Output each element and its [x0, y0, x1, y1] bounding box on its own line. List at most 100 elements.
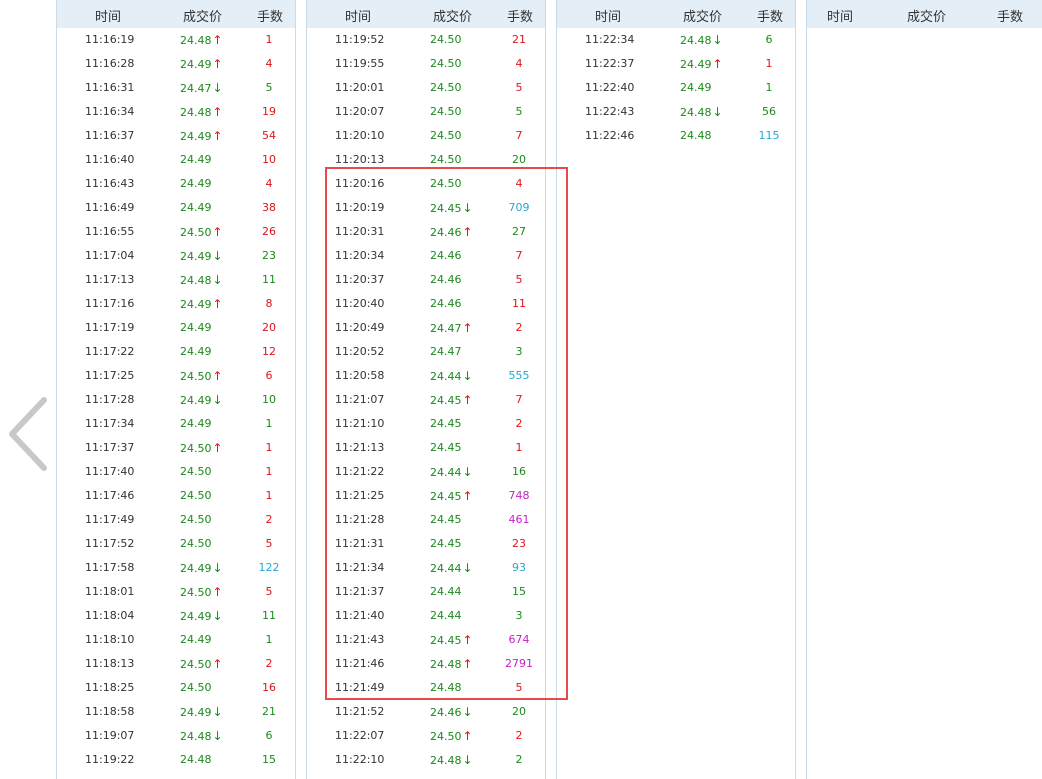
trade-row: 11:17:40 24.50 1	[57, 460, 295, 484]
trade-time: 11:22:07	[335, 729, 385, 742]
arrow-down-icon: ↓	[462, 705, 473, 719]
arrow-up-icon: ↑	[462, 225, 473, 239]
trade-volume: 5	[265, 585, 273, 598]
trade-price: 24.50	[180, 370, 212, 383]
trade-volume: 1	[265, 33, 273, 46]
trade-price-cell: 24.50↑	[180, 369, 223, 383]
trade-price-cell: 24.48↓	[180, 729, 223, 743]
trade-price: 24.50	[180, 658, 212, 671]
trade-row: 11:16:31 24.47↓ 5	[57, 76, 295, 100]
trade-price-cell: 24.50	[430, 81, 462, 94]
trade-volume: 748	[508, 489, 530, 502]
trade-price-cell: 24.46	[430, 297, 462, 310]
trade-price-cell: 24.49↑	[180, 129, 223, 143]
trade-volume: 3	[515, 609, 523, 622]
trade-price-cell: 24.49↓	[180, 393, 223, 407]
trade-price: 24.44	[430, 609, 462, 622]
trade-time: 11:17:22	[85, 345, 135, 358]
trade-time: 11:17:34	[85, 417, 135, 430]
trade-price: 24.48	[680, 129, 712, 142]
trade-price: 24.50	[430, 730, 462, 743]
trade-price-cell: 24.50	[430, 33, 462, 46]
trade-price-cell: 24.44↓	[430, 561, 473, 575]
trade-volume: 23	[512, 537, 526, 550]
trade-volume: 4	[265, 57, 273, 70]
trade-row: 11:22:40 24.49 1	[557, 76, 795, 100]
arrow-down-icon: ↓	[712, 33, 723, 47]
trade-volume: 1	[265, 441, 273, 454]
trade-price-cell: 24.44	[430, 585, 462, 598]
trade-price-cell: 24.49↓	[180, 249, 223, 263]
trade-price: 24.49	[180, 417, 212, 430]
trade-volume: 3	[515, 345, 523, 358]
trade-price: 24.48	[180, 34, 212, 47]
trade-time: 11:20:13	[335, 153, 385, 166]
trade-price-cell: 24.46↓	[430, 705, 473, 719]
trade-price: 24.44	[430, 562, 462, 575]
trade-time: 11:16:43	[85, 177, 135, 190]
trade-price: 24.46	[430, 273, 462, 286]
trade-price: 24.48	[680, 34, 712, 47]
trade-price: 24.49	[180, 633, 212, 646]
trade-price-cell: 24.49	[680, 81, 712, 94]
trade-row: 11:22:10 24.48↓ 2	[307, 748, 545, 772]
trade-volume: 5	[515, 105, 523, 118]
trade-column-2: 时间 成交价 手数 11:19:52 24.50 21 11:19:55 24.50 4 1…	[306, 0, 546, 779]
trade-row: 11:17:46 24.50 1	[57, 484, 295, 508]
arrow-down-icon: ↓	[462, 465, 473, 479]
trade-price-cell: 24.50	[430, 105, 462, 118]
trade-row: 11:21:31 24.45 23	[307, 532, 545, 556]
previous-page-button[interactable]	[4, 396, 48, 472]
trade-price: 24.47	[180, 82, 212, 95]
trade-time: 11:19:55	[335, 57, 385, 70]
trade-row: 11:20:52 24.47 3	[307, 340, 545, 364]
trade-price: 24.49	[180, 610, 212, 623]
trade-time: 11:20:58	[335, 369, 385, 382]
trade-volume: 12	[262, 345, 276, 358]
trade-price: 24.46	[430, 297, 462, 310]
trade-row: 11:18:01 24.50↑ 5	[57, 580, 295, 604]
trade-price-cell: 24.50↑	[180, 585, 223, 599]
trade-price-cell: 24.48↓	[430, 753, 473, 767]
trade-volume: 5	[515, 273, 523, 286]
arrow-up-icon: ↑	[462, 489, 473, 503]
trade-price: 24.50	[180, 465, 212, 478]
trade-row: 11:22:43 24.48↓ 56	[557, 100, 795, 124]
trade-price: 24.50	[430, 129, 462, 142]
trade-time: 11:20:37	[335, 273, 385, 286]
trade-volume: 20	[262, 321, 276, 334]
trade-row: 11:16:55 24.50↑ 26	[57, 220, 295, 244]
trade-price-cell: 24.45	[430, 441, 462, 454]
trade-price: 24.50	[180, 681, 212, 694]
trade-volume: 4	[515, 177, 523, 190]
trade-volume: 1	[765, 81, 773, 94]
trade-price-cell: 24.49↓	[180, 609, 223, 623]
trade-volume: 2	[515, 729, 523, 742]
trade-price-cell: 24.48	[430, 681, 462, 694]
trade-volume: 6	[265, 729, 273, 742]
trade-volume: 15	[512, 585, 526, 598]
header-price: 成交价	[433, 10, 473, 25]
trade-volume: 8	[265, 297, 273, 310]
trade-volume: 56	[762, 105, 776, 118]
trade-price-cell: 24.49↓	[180, 561, 223, 575]
trade-row: 11:18:25 24.50 16	[57, 676, 295, 700]
trade-price-cell: 24.48↓	[680, 105, 723, 119]
trade-row: 11:18:58 24.49↓ 21	[57, 700, 295, 724]
trade-price-cell: 24.46	[430, 249, 462, 262]
trade-row: 11:17:49 24.50 2	[57, 508, 295, 532]
arrow-up-icon: ↑	[462, 633, 473, 647]
trade-price-cell: 24.49	[180, 633, 212, 646]
trade-time: 11:22:40	[585, 81, 635, 94]
arrow-up-icon: ↑	[462, 729, 473, 743]
trade-row: 11:21:22 24.44↓ 16	[307, 460, 545, 484]
trade-price: 24.49	[180, 201, 212, 214]
trade-volume: 5	[515, 681, 523, 694]
trade-row: 11:17:22 24.49 12	[57, 340, 295, 364]
trade-price: 24.45	[430, 441, 462, 454]
trade-volume: 5	[265, 81, 273, 94]
trade-volume: 6	[265, 369, 273, 382]
trade-volume: 2	[265, 513, 273, 526]
trade-row: 11:20:37 24.46 5	[307, 268, 545, 292]
trade-row: 11:16:49 24.49 38	[57, 196, 295, 220]
